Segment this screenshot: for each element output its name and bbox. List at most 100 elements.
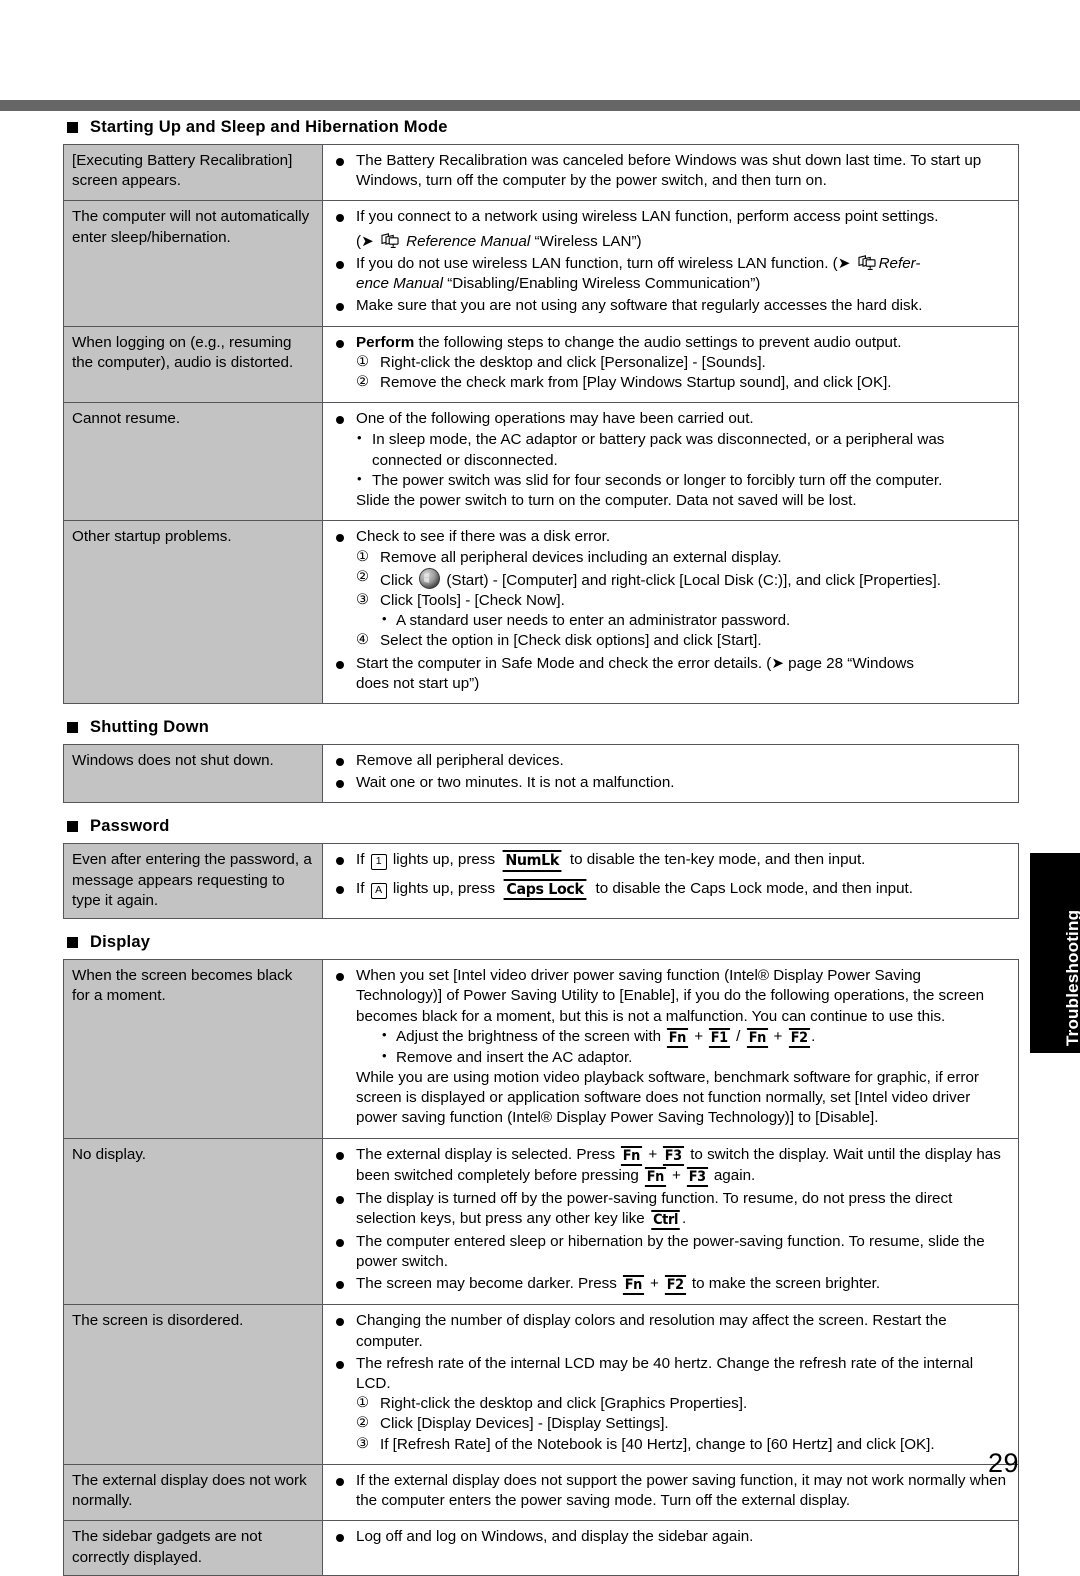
list-item: Check to see if there was a disk error. … [331,527,1010,651]
bullet-square-icon [67,937,78,949]
numlk-key-icon: NumLk [502,850,563,872]
windows-start-icon [419,567,441,589]
table-row: The sidebar gadgets are not correctly di… [63,1520,1019,1576]
reference-manual-icon [857,254,877,271]
table-row: [Executing Battery Recalibration] screen… [63,143,1019,202]
sub-note: A standard user needs to enter an admini… [356,610,1010,631]
section-title: Password [90,817,170,836]
table-display: When the screen becomes black for a mome… [63,959,1019,1576]
solution-cell: When you set [Intel video driver power s… [322,959,1019,1139]
table-row: The screen is disordered. Changing the n… [63,1304,1019,1465]
arrow-icon: ➤ [771,654,784,672]
ctrl-key-icon: Ctrl [651,1209,680,1230]
step-number: ① [356,548,369,565]
arrow-icon: ➤ [837,254,851,272]
list-item: Remove all peripheral devices. [331,751,1010,771]
section-heading-shutdown: Shutting Down [67,718,1019,737]
list-item: If you connect to a network using wirele… [331,207,1010,251]
symptom-cell: [Executing Battery Recalibration] screen… [63,143,323,202]
solution-cell: If 1 lights up, press NumLk to disable t… [322,843,1019,920]
list-item: The power switch was slid for four secon… [356,470,1010,491]
symptom-cell: No display. [63,1137,323,1306]
sub-note: Remove and insert the AC adaptor. [356,1047,1010,1068]
list-item: The Battery Recalibration was canceled b… [331,151,1010,191]
table-row: Other startup problems. Check to see if … [63,520,1019,705]
bullet-square-icon [67,821,78,833]
symptom-cell: When the screen becomes black for a mome… [63,959,323,1139]
solution-cell: The Battery Recalibration was canceled b… [322,143,1019,202]
step-number: ② [356,1415,369,1432]
solution-cell: Log off and log on Windows, and display … [322,1520,1019,1576]
list-item: If you do not use wireless LAN function,… [331,254,1010,294]
symptom-cell: Cannot resume. [63,402,323,522]
list-item: The refresh rate of the internal LCD may… [331,1354,1010,1455]
f1-key-icon: F1 [709,1027,730,1048]
step-number: ③ [356,591,369,608]
arrow-icon: ➤ [361,232,374,250]
list-item: Perform the following steps to change th… [331,333,1010,394]
bullet-square-icon [67,122,78,133]
list-item: When you set [Intel video driver power s… [331,966,1010,1129]
table-row: When logging on (e.g., resuming the comp… [63,325,1019,404]
table-shutdown: Windows does not shut down. Remove all p… [63,744,1019,804]
list-item: Wait one or two minutes. It is not a mal… [331,773,1010,793]
list-item: The external display is selected. Press … [331,1145,1010,1187]
capslock-key-icon: Caps Lock [503,878,587,901]
table-row: The computer will not automatically ente… [63,200,1019,327]
f3-key-icon: F3 [663,1145,685,1166]
symptom-cell: Even after entering the password, a mess… [63,843,323,920]
symptom-cell: When logging on (e.g., resuming the comp… [63,325,323,404]
bullet-square-icon [67,722,78,734]
symptom-cell: Windows does not shut down. [63,744,323,804]
symptom-cell: Other startup problems. [63,520,323,705]
list-item: Changing the number of display colors an… [331,1311,1010,1351]
solution-cell: Perform the following steps to change th… [322,325,1019,404]
fn-key-icon: Fn [667,1027,689,1048]
solution-cell: One of the following operations may have… [322,402,1019,522]
sub-note: Adjust the brightness of the screen with… [356,1026,1010,1048]
table-row: Cannot resume. One of the following oper… [63,402,1019,522]
section-title: Shutting Down [90,718,209,737]
numlock-indicator-icon: 1 [370,854,387,871]
step-number: ② [356,373,369,390]
list-item: Make sure that you are not using any sof… [331,296,1010,316]
step-number: ④ [356,632,369,649]
table-startup: [Executing Battery Recalibration] screen… [63,143,1019,705]
symptom-cell: The computer will not automatically ente… [63,200,323,327]
page-number: 29 [987,1448,1019,1478]
continuation-text: Slide the power switch to turn on the co… [356,492,857,510]
f2-key-icon: F2 [665,1275,686,1296]
list-item: One of the following operations may have… [331,409,1010,511]
symptom-cell: The screen is disordered. [63,1304,323,1465]
list-item: In sleep mode, the AC adaptor or battery… [356,429,1010,470]
step-number: ① [356,353,369,370]
step-number: ② [356,568,369,585]
capslock-indicator-icon: A [370,882,387,899]
page-content: Starting Up and Sleep and Hibernation Mo… [63,118,1019,1576]
f3-key-icon: F3 [687,1166,708,1187]
list-item: If A lights up, press Caps Lock to disab… [331,878,1010,901]
symptom-cell: The sidebar gadgets are not correctly di… [63,1520,323,1576]
list-item: The display is turned off by the power-s… [331,1189,1010,1230]
solution-cell: Remove all peripheral devices. Wait one … [322,744,1019,804]
list-item: The computer entered sleep or hibernatio… [331,1232,1010,1272]
reference-manual-icon [380,232,400,249]
fn-key-icon: Fn [622,1275,644,1296]
side-tab-label: Troubleshooting [1063,909,1080,1046]
list-item: Start the computer in Safe Mode and chec… [331,654,1010,694]
table-row: Windows does not shut down. Remove all p… [63,744,1019,804]
side-tab-troubleshooting: Troubleshooting [1030,853,1080,1053]
fn-key-icon: Fn [746,1027,768,1048]
solution-cell: Check to see if there was a disk error. … [322,520,1019,705]
header-rule [0,100,1080,111]
section-title: Starting Up and Sleep and Hibernation Mo… [90,118,448,136]
section-heading-password: Password [67,817,1019,836]
fn-key-icon: Fn [644,1166,666,1187]
solution-cell: If you connect to a network using wirele… [322,200,1019,327]
section-title: Display [90,933,151,952]
solution-cell: The external display is selected. Press … [322,1137,1019,1306]
list-item: The screen may become darker. Press Fn +… [331,1274,1010,1296]
solution-cell: Changing the number of display colors an… [322,1304,1019,1465]
fn-key-icon: Fn [621,1145,643,1166]
list-item: Log off and log on Windows, and display … [331,1527,1010,1547]
